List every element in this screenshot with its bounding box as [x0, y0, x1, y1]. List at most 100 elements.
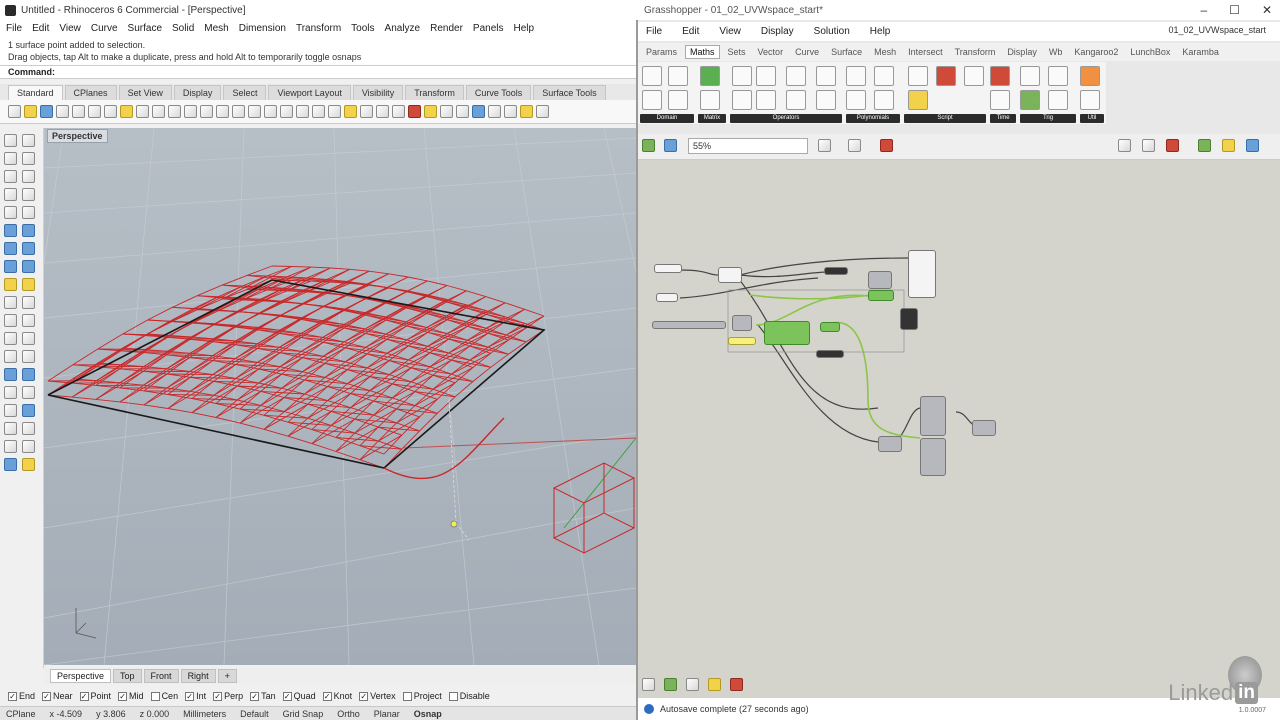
slider-component[interactable] — [652, 321, 726, 329]
viewport-tab-perspective[interactable]: Perspective — [50, 668, 112, 683]
number-param[interactable] — [718, 267, 742, 283]
osnap-vertex[interactable]: ✓ Vertex — [359, 691, 396, 701]
brep-component[interactable] — [920, 396, 946, 436]
status-osnap[interactable]: Osnap — [414, 709, 442, 719]
pipe-component[interactable] — [920, 438, 946, 476]
import-icon[interactable] — [72, 105, 85, 118]
category-tab-display[interactable]: Display — [1003, 46, 1041, 58]
select-arrow-icon[interactable] — [4, 134, 17, 147]
bulb-icon[interactable] — [536, 105, 549, 118]
tab-viewport-layout[interactable]: Viewport Layout — [268, 85, 351, 100]
render-icon[interactable] — [408, 105, 421, 118]
osnap-perp[interactable]: ✓ Perp — [213, 691, 243, 701]
tab-cplanes[interactable]: CPlanes — [64, 85, 117, 100]
sketch-icon[interactable] — [880, 139, 893, 152]
close-icon[interactable]: ✕ — [1262, 3, 1272, 17]
tab-curve-tools[interactable]: Curve Tools — [465, 85, 532, 100]
morph-component[interactable] — [908, 250, 936, 298]
output-component[interactable] — [972, 420, 996, 436]
rotate-view-icon[interactable] — [168, 105, 181, 118]
addition-icon[interactable] — [732, 66, 752, 86]
maximize-icon[interactable]: ☐ — [1229, 3, 1240, 17]
circle-icon[interactable] — [4, 170, 17, 183]
grasshopper-icon[interactable] — [456, 105, 469, 118]
add-viewport-icon[interactable]: + — [217, 668, 237, 683]
lighting-icon[interactable] — [392, 105, 405, 118]
copy-object-icon[interactable] — [22, 296, 35, 309]
text-icon[interactable] — [4, 206, 17, 219]
preview-selected-icon[interactable] — [1166, 139, 1179, 152]
timer-icon[interactable] — [990, 66, 1010, 86]
status-ortho[interactable]: Ortho — [337, 709, 360, 719]
status-grid-snap[interactable]: Grid Snap — [283, 709, 324, 719]
explode-icon[interactable] — [22, 332, 35, 345]
open-folder-icon[interactable] — [24, 105, 37, 118]
show-icon[interactable] — [328, 105, 341, 118]
ungroup-icon[interactable] — [22, 350, 35, 363]
four-views-icon[interactable] — [264, 105, 277, 118]
category-tab-vector[interactable]: Vector — [754, 46, 788, 58]
gate-and-icon[interactable] — [786, 66, 806, 86]
curve-graph-icon[interactable] — [1080, 90, 1100, 110]
rectangle-icon[interactable] — [4, 188, 17, 201]
check-icon[interactable] — [4, 422, 17, 435]
osnap-checkbox[interactable]: ✓ — [42, 691, 52, 701]
preview-shaded-icon[interactable] — [1142, 139, 1155, 152]
join-icon[interactable] — [4, 332, 17, 345]
surface-component[interactable] — [764, 321, 810, 345]
layer-icon[interactable] — [360, 105, 373, 118]
osnap-near[interactable]: ✓ Near — [42, 691, 73, 701]
menu-solid[interactable]: Solid — [172, 23, 194, 34]
osnap-checkbox[interactable]: ✓ — [359, 691, 369, 701]
menu-curve[interactable]: Curve — [91, 23, 118, 34]
viewport-tab-front[interactable]: Front — [143, 668, 179, 683]
category-tab-lunchbox[interactable]: LunchBox — [1126, 46, 1174, 58]
pan-icon[interactable] — [152, 105, 165, 118]
gh-menu-solution[interactable]: Solution — [814, 26, 850, 37]
cosine-icon[interactable] — [1020, 90, 1040, 110]
category-tab-mesh[interactable]: Mesh — [870, 46, 900, 58]
viewport-tab-top[interactable]: Top — [113, 668, 142, 683]
gate-or-icon[interactable] — [786, 90, 806, 110]
shaded-icon[interactable] — [440, 105, 453, 118]
status-units[interactable]: Millimeters — [183, 709, 226, 719]
remap-icon[interactable] — [668, 90, 688, 110]
unit-box-wireframe[interactable] — [552, 462, 636, 554]
zoom-extents-icon[interactable] — [216, 105, 229, 118]
undo-icon[interactable] — [136, 105, 149, 118]
array-icon[interactable] — [22, 386, 35, 399]
category-tab-params[interactable]: Params — [642, 46, 681, 58]
minimize-icon[interactable]: – — [1200, 3, 1207, 17]
divide-domain-component[interactable] — [868, 271, 892, 289]
tab-surface-tools[interactable]: Surface Tools — [533, 85, 606, 100]
panel-trig[interactable]: Trig — [1020, 114, 1076, 123]
display-mode-icon[interactable] — [1198, 139, 1211, 152]
tab-transform[interactable]: Transform — [405, 85, 464, 100]
save-file-icon[interactable] — [664, 139, 677, 152]
analyze-icon[interactable] — [4, 404, 17, 417]
osnap-checkbox[interactable]: ✓ — [185, 691, 195, 701]
cut-icon[interactable] — [88, 105, 101, 118]
move-icon[interactable] — [4, 296, 17, 309]
viewport-title[interactable]: Perspective — [47, 129, 108, 143]
zoom-extents-icon[interactable] — [818, 139, 831, 152]
menu-help[interactable]: Help — [514, 23, 535, 34]
new-file-icon[interactable] — [8, 105, 21, 118]
box-icon[interactable] — [4, 242, 17, 255]
control-point[interactable] — [450, 520, 458, 528]
help-icon[interactable] — [520, 105, 533, 118]
tab-select[interactable]: Select — [223, 85, 267, 100]
data-recorder-icon[interactable] — [990, 90, 1010, 110]
vb-icon[interactable] — [964, 66, 984, 86]
save-icon[interactable] — [40, 105, 53, 118]
absolute-icon[interactable] — [874, 66, 894, 86]
object-properties-icon[interactable] — [488, 105, 501, 118]
matrix-icon[interactable] — [700, 66, 720, 86]
panel-script[interactable]: Script — [904, 114, 986, 123]
gh-menu-view[interactable]: View — [719, 26, 741, 37]
panel-domain[interactable]: Domain — [640, 114, 694, 123]
arc-sine-icon[interactable] — [1048, 90, 1068, 110]
relay-component[interactable] — [816, 350, 844, 358]
division-icon[interactable] — [732, 90, 752, 110]
zoom-dropdown[interactable]: 55% — [688, 138, 808, 154]
